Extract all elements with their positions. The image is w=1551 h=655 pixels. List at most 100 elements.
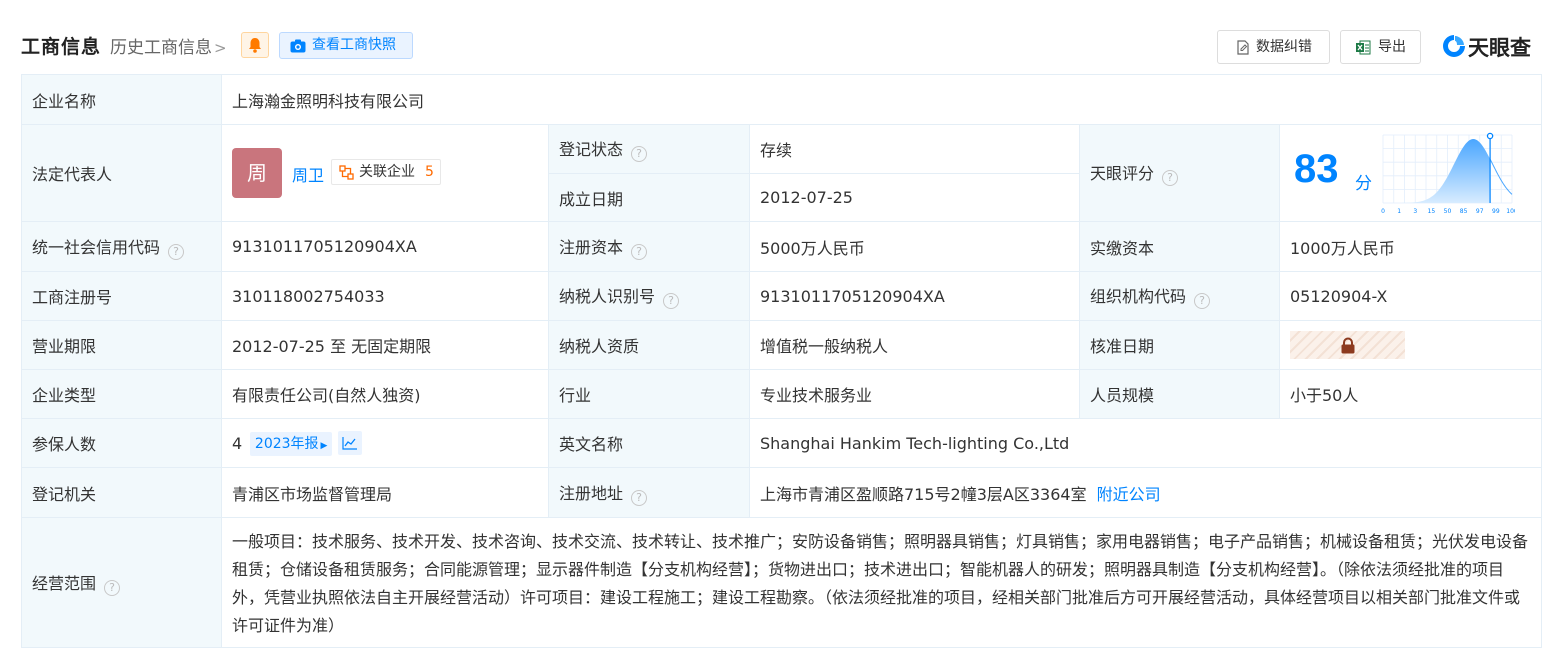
approval-date-cell xyxy=(1278,320,1543,370)
edit-doc-icon xyxy=(1237,40,1249,55)
trend-chart-button[interactable] xyxy=(338,430,363,455)
excel-icon xyxy=(1356,40,1371,55)
table-row: 法定代表人 周 周卫 关联企业 5 登记状态? 存续 天眼评分? 83 分 0 … xyxy=(21,124,1543,222)
established-label: 成立日期 xyxy=(548,173,750,222)
term-value: 2012-07-25 至 无固定期限 xyxy=(221,320,549,370)
table-row: 经营范围? 一般项目：技术服务、技术开发、技术咨询、技术交流、技术转让、技术推广… xyxy=(21,517,1543,648)
reg-address-label: 注册地址? xyxy=(548,467,750,518)
reg-authority-value: 青浦区市场监督管理局 xyxy=(221,467,549,518)
insured-label: 参保人数 xyxy=(21,418,222,468)
history-info-link[interactable]: 历史工商信息 > xyxy=(110,33,227,58)
staff-size-value: 小于50人 xyxy=(1278,369,1543,419)
legal-rep-label: 法定代表人 xyxy=(21,124,222,222)
relation-icon xyxy=(339,165,354,180)
data-correction-button[interactable]: 数据纠错 xyxy=(1217,30,1330,64)
annual-report-label: 2023年报 xyxy=(254,435,319,452)
scope-label-text: 经营范围 xyxy=(32,573,97,593)
history-info-label: 历史工商信息 xyxy=(110,38,212,58)
legal-rep-cell: 周 周卫 关联企业 5 xyxy=(221,124,549,222)
reg-number-label: 工商注册号 xyxy=(21,271,222,321)
bell-icon xyxy=(249,38,261,53)
help-icon[interactable]: ? xyxy=(168,243,185,260)
help-icon[interactable]: ? xyxy=(631,243,648,260)
reg-status-label: 登记状态? xyxy=(548,124,750,174)
taxpayer-id-label-text: 纳税人识别号 xyxy=(559,287,656,306)
table-row: 统一社会信用代码? 9131011705120904XA 注册资本? 5000万… xyxy=(21,221,1543,272)
score-label-text: 天眼评分 xyxy=(1090,164,1155,183)
business-info-table: 企业名称 上海瀚金照明科技有限公司 法定代表人 周 周卫 关联企业 5 登记状态… xyxy=(21,74,1543,648)
reg-status-value: 存续 xyxy=(749,124,1080,174)
taxpayer-id-label: 纳税人识别号? xyxy=(548,271,750,321)
taxpayer-id-value: 9131011705120904XA xyxy=(749,271,1080,321)
export-label: 导出 xyxy=(1378,39,1406,55)
axis-tick-label: 0 xyxy=(1381,208,1385,215)
reg-address-label-text: 注册地址 xyxy=(559,483,624,503)
annual-report-button[interactable]: 2023年报 ▶ xyxy=(250,431,333,456)
legal-rep-name-link[interactable]: 周卫 xyxy=(292,162,324,186)
credit-code-label-text: 统一社会信用代码 xyxy=(32,237,161,257)
axis-tick-label: 3 xyxy=(1413,208,1417,215)
reg-capital-label-text: 注册资本 xyxy=(559,237,624,257)
scope-value: 一般项目：技术服务、技术开发、技术咨询、技术交流、技术转让、技术推广；安防设备销… xyxy=(220,517,1543,648)
locked-value-box[interactable] xyxy=(1290,331,1405,359)
axis-tick-label: 99 xyxy=(1492,208,1500,215)
approval-date-label: 核准日期 xyxy=(1079,320,1280,370)
help-icon[interactable]: ? xyxy=(631,489,648,506)
score-distribution-chart: 0 1 3 15 50 85 97 99 100 xyxy=(1381,132,1515,215)
score-value: 83 xyxy=(1294,147,1339,191)
table-row: 工商注册号 310118002754033 纳税人识别号? 9131011705… xyxy=(21,271,1543,321)
monitor-bell-button[interactable] xyxy=(241,32,269,58)
table-row: 参保人数 4 2023年报 ▶ 英文名称 Shanghai Hankim Tech-… xyxy=(21,418,1543,468)
company-name-value: 上海瀚金照明科技有限公司 xyxy=(220,74,1543,125)
ent-type-value: 有限责任公司(自然人独资) xyxy=(221,369,549,419)
company-name-label: 企业名称 xyxy=(21,74,222,125)
triangle-right-icon: ▶ xyxy=(320,440,328,451)
avatar[interactable]: 周 xyxy=(232,148,282,198)
line-chart-icon xyxy=(342,436,358,450)
data-correction-label: 数据纠错 xyxy=(1256,39,1312,55)
staff-size-label: 人员规模 xyxy=(1079,369,1280,419)
lock-icon xyxy=(1341,337,1355,354)
brand-name: 天眼查 xyxy=(1468,36,1531,60)
table-row: 企业类型 有限责任公司(自然人独资) 行业 专业技术服务业 人员规模 小于50人 xyxy=(21,369,1543,419)
export-button[interactable]: 导出 xyxy=(1340,30,1421,64)
insured-value: 4 xyxy=(232,433,243,453)
reg-address-value: 上海市青浦区盈顺路715号2幢3层A区3364室 xyxy=(760,484,1087,504)
axis-tick-label: 1 xyxy=(1397,208,1401,215)
help-icon[interactable]: ? xyxy=(631,146,648,162)
org-code-label-text: 组织机构代码 xyxy=(1090,287,1187,306)
axis-tick-label: 85 xyxy=(1460,208,1468,215)
chevron-right-icon: > xyxy=(214,39,227,57)
reg-capital-label: 注册资本? xyxy=(548,221,750,272)
axis-tick-label: 15 xyxy=(1428,208,1436,215)
industry-label: 行业 xyxy=(548,369,750,419)
axis-tick-label: 50 xyxy=(1444,208,1452,215)
insured-cell: 4 2023年报 ▶ xyxy=(221,418,549,468)
paid-capital-value: 1000万人民币 xyxy=(1278,221,1543,272)
reg-status-label-text: 登记状态 xyxy=(559,140,624,159)
view-snapshot-button[interactable]: 查看工商快照 xyxy=(279,32,413,59)
established-value: 2012-07-25 xyxy=(749,173,1080,222)
help-icon[interactable]: ? xyxy=(1194,293,1211,309)
table-row: 登记机关 青浦区市场监督管理局 注册地址? 上海市青浦区盈顺路715号2幢3层A… xyxy=(21,467,1543,518)
paid-capital-label: 实缴资本 xyxy=(1079,221,1280,272)
reg-authority-label: 登记机关 xyxy=(21,467,222,518)
reg-capital-value: 5000万人民币 xyxy=(749,221,1080,272)
related-companies-count: 5 xyxy=(425,164,434,180)
nearby-companies-link[interactable]: 附近公司 xyxy=(1097,485,1161,504)
tax-qual-value: 增值税一般纳税人 xyxy=(749,320,1080,370)
reg-number-value: 310118002754033 xyxy=(221,271,549,321)
score-unit: 分 xyxy=(1355,174,1372,194)
related-companies-button[interactable]: 关联企业 5 xyxy=(331,159,441,185)
help-icon[interactable]: ? xyxy=(104,579,121,596)
industry-value: 专业技术服务业 xyxy=(749,369,1080,419)
credit-code-value: 9131011705120904XA xyxy=(221,221,549,272)
credit-code-label: 统一社会信用代码? xyxy=(21,221,222,272)
score-cell[interactable]: 83 分 0 1 3 15 50 85 97 99 100 xyxy=(1278,124,1543,222)
term-label: 营业期限 xyxy=(21,320,222,370)
help-icon[interactable]: ? xyxy=(663,293,680,309)
help-icon[interactable]: ? xyxy=(1162,170,1179,186)
axis-tick-label: 97 xyxy=(1476,208,1484,215)
axis-tick-label: 100 xyxy=(1506,208,1515,215)
org-code-value: 05120904-X xyxy=(1278,271,1543,321)
